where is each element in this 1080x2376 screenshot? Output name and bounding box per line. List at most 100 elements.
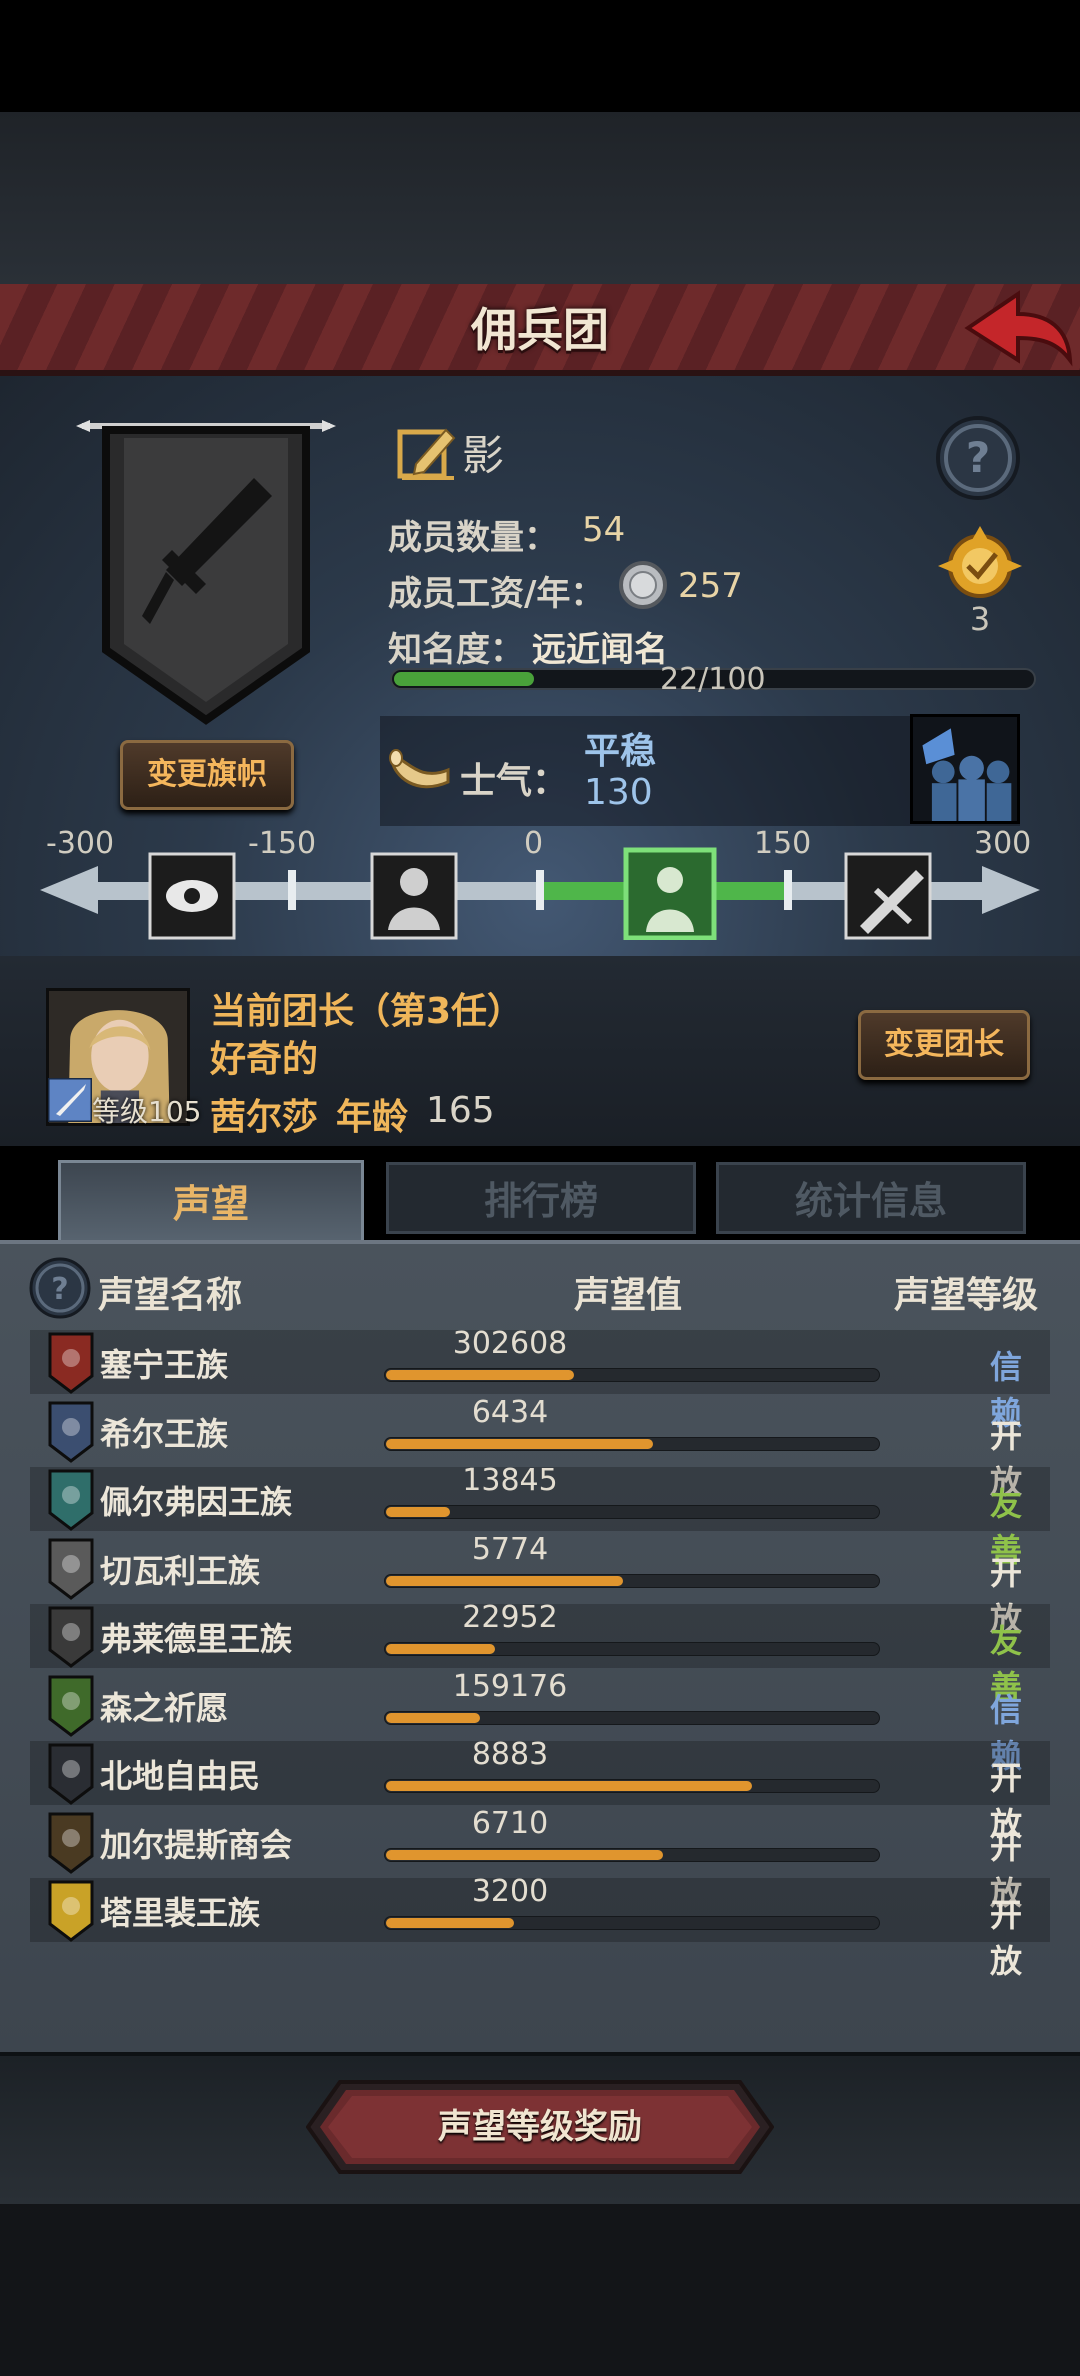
faction-emblem-icon <box>48 1743 94 1805</box>
guild-name: 影 <box>462 431 505 480</box>
page-title: 佣兵团 <box>471 303 609 357</box>
change-banner-label: 变更旗帜 <box>147 757 267 792</box>
tab-statistics[interactable]: 统计信息 <box>716 1162 1026 1234</box>
horn-icon <box>389 749 450 789</box>
reputation-value: 5774 <box>471 1531 549 1567</box>
reputation-bar <box>384 1573 880 1588</box>
top-backdrop <box>0 112 1080 284</box>
faction-name: 塔里裴王族 <box>100 1894 261 1932</box>
faction-emblem-icon <box>48 1812 94 1874</box>
svg-text:?: ? <box>966 433 990 482</box>
back-arrow-icon[interactable] <box>960 288 1076 370</box>
reputation-bar-fill <box>386 1575 624 1586</box>
reputation-row[interactable]: 北地自由民 8883 开放 <box>30 1737 1050 1843</box>
faction-emblem-icon <box>48 1469 94 1531</box>
faction-name: 塞宁王族 <box>100 1346 229 1384</box>
reputation-row[interactable]: 加尔提斯商会 6710 开放 <box>30 1806 1050 1912</box>
sword-class-icon <box>48 1078 92 1122</box>
reputation-value: 22952 <box>462 1600 558 1635</box>
fame-label: 知名度： <box>388 630 524 670</box>
column-header-value: 声望值 <box>574 1275 683 1316</box>
faction-name: 弗莱德里王族 <box>100 1620 293 1658</box>
wage-value: 257 <box>678 566 743 606</box>
members-value: 54 <box>582 510 626 550</box>
reputation-value: 6434 <box>471 1394 549 1430</box>
reputation-bar <box>384 1847 880 1862</box>
morale-label: 士气： <box>460 761 569 802</box>
faction-emblem-icon <box>48 1606 94 1668</box>
scale-tick: 0 <box>524 826 544 861</box>
reputation-value: 6710 <box>471 1805 549 1841</box>
reputation-row[interactable]: 希尔王族 6434 开放 <box>30 1395 1050 1501</box>
column-header-name: 声望名称 <box>98 1275 243 1316</box>
guild-banner <box>76 420 336 725</box>
reputation-bar <box>384 1505 880 1519</box>
reputation-bar <box>384 1368 880 1382</box>
reputation-bar <box>384 1916 880 1930</box>
members-label: 成员数量： <box>388 518 558 558</box>
reputation-bar-fill <box>386 1849 663 1860</box>
rank-badge-icon[interactable] <box>932 526 1028 606</box>
column-header-level: 声望等级 <box>894 1275 1039 1316</box>
faction-name: 加尔提斯商会 <box>100 1825 293 1864</box>
silver-coin-icon <box>619 561 667 609</box>
question-icon[interactable]: ? <box>934 414 1022 502</box>
scale-tick: -150 <box>248 826 317 861</box>
reputation-bar-fill <box>386 1370 574 1380</box>
soldiers-icon <box>910 714 1020 824</box>
reputation-row[interactable]: 弗莱德里王族 22952 友善 <box>30 1600 1050 1706</box>
faction-name: 佩尔弗因王族 <box>100 1483 293 1521</box>
faction-name: 希尔王族 <box>100 1414 229 1453</box>
reputation-row[interactable]: 塞宁王族 302608 信赖 <box>30 1326 1050 1432</box>
reputation-bar-fill <box>386 1918 515 1928</box>
reputation-bar <box>384 1436 880 1451</box>
reputation-value: 302608 <box>452 1326 568 1361</box>
reputation-level: 开放 <box>990 1896 1023 1980</box>
morale-state-2-icon <box>370 852 458 940</box>
leader-name: 茜尔莎 <box>210 1097 319 1138</box>
leader-trait: 好奇的 <box>210 1039 319 1080</box>
reputation-bar-fill <box>386 1438 653 1449</box>
morale-state-1-icon <box>148 852 236 940</box>
tab-reputation[interactable]: 声望 <box>58 1160 364 1242</box>
leader-age-label: 年龄 <box>336 1097 409 1138</box>
leader-title: 当前团长（第3任） <box>210 991 524 1032</box>
footer-backdrop <box>0 2204 1080 2376</box>
faction-emblem-icon <box>48 1880 94 1942</box>
fame-value: 远近闻名 <box>532 630 668 670</box>
faction-emblem-icon <box>48 1675 94 1737</box>
reputation-value: 3200 <box>471 1874 549 1909</box>
reputation-bar <box>384 1710 880 1725</box>
leader-level: 等级105 <box>92 1095 202 1128</box>
morale-state-4-icon <box>844 852 932 940</box>
tab-leaderboard[interactable]: 排行榜 <box>386 1162 696 1234</box>
faction-name: 北地自由民 <box>100 1757 261 1795</box>
rank-value: 3 <box>969 600 991 638</box>
faction-name: 切瓦利王族 <box>100 1551 261 1590</box>
morale-value: 130 <box>584 772 653 813</box>
reputation-row[interactable]: 切瓦利王族 5774 开放 <box>30 1532 1050 1638</box>
reputation-bar-fill <box>386 1712 480 1723</box>
reputation-row[interactable]: 森之祈愿 159176 信赖 <box>30 1669 1050 1775</box>
reputation-value: 13845 <box>462 1463 558 1498</box>
scale-tick: 300 <box>974 826 1032 861</box>
faction-emblem-icon <box>48 1401 94 1463</box>
reputation-bar-fill <box>386 1781 752 1791</box>
faction-emblem-icon <box>48 1538 94 1600</box>
reputation-row[interactable]: 佩尔弗因王族 13845 友善 <box>30 1463 1050 1569</box>
reputation-bar-fill <box>386 1507 451 1517</box>
reputation-value: 159176 <box>452 1668 568 1704</box>
morale-state: 平稳 <box>584 731 657 772</box>
wage-label: 成员工资/年： <box>388 574 605 614</box>
reputation-row[interactable]: 塔里裴王族 3200 开放 <box>30 1874 1050 1980</box>
reputation-bar <box>384 1779 880 1793</box>
edit-pencil-icon[interactable] <box>396 422 458 482</box>
fame-progress-text: 22/100 <box>660 662 766 697</box>
question-icon[interactable]: ? <box>28 1256 92 1320</box>
morale-state-3-icon <box>623 847 717 940</box>
leader-age: 165 <box>426 1090 495 1131</box>
status-bar-area <box>0 0 1080 112</box>
reputation-bar <box>384 1642 880 1656</box>
fame-progress-fill <box>394 672 535 686</box>
change-leader-label: 变更团长 <box>884 1027 1004 1062</box>
